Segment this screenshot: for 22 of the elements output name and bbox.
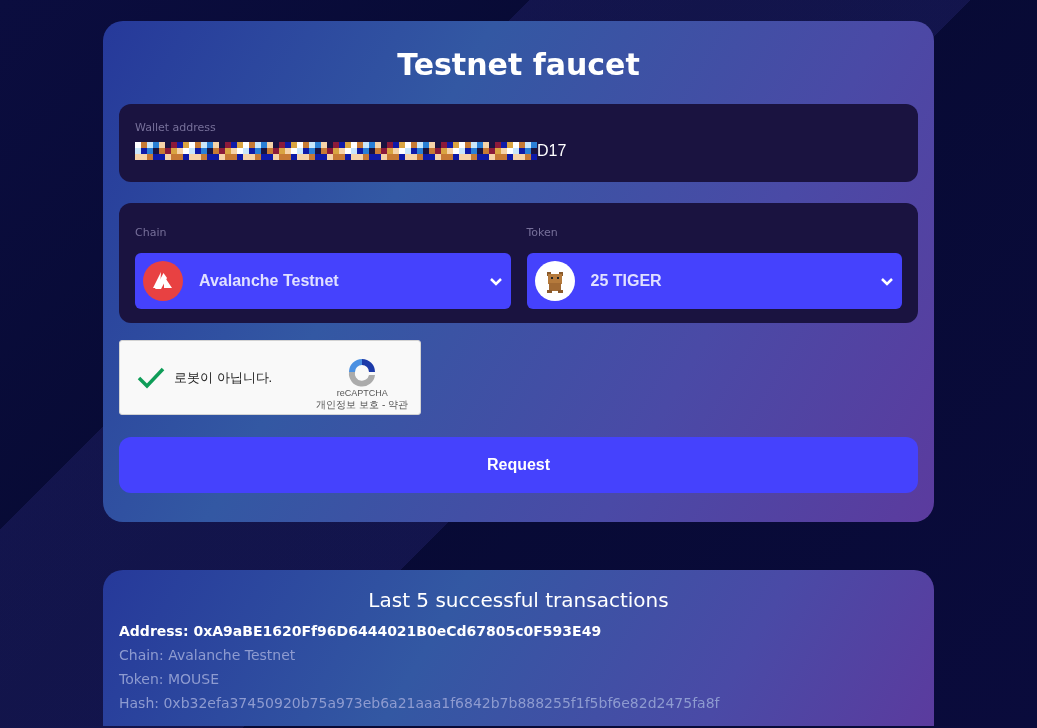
transaction-chain: Chain: Avalanche Testnet <box>119 646 297 665</box>
avalanche-logo-icon <box>143 261 183 301</box>
chevron-down-icon <box>488 276 503 286</box>
request-button[interactable]: Request <box>119 437 918 493</box>
address-value: D17 <box>537 142 567 160</box>
privacy-terms-link[interactable]: 개인정보 보호 - 약관 <box>316 398 408 412</box>
page-title: Testnet faucet <box>396 46 641 84</box>
transaction-hash: Hash: 0xb32efa37450920b75a973eb6a21aaa1f6842b7b888255f1f5bf6e82d2475fa8f <box>119 694 721 713</box>
transaction-token: Token: MOUSE <box>119 670 221 689</box>
field-label: Wallet address <box>135 121 217 135</box>
captcha-checkbox[interactable] <box>136 365 166 390</box>
recaptcha-brand: reCAPTCHA <box>336 388 388 398</box>
transaction-address: Address: 0xA9aBE1620Ff96D6444021B0eCd67805c0F593E49 <box>119 622 603 641</box>
chevron-down-icon <box>880 276 894 286</box>
token-select[interactable]: 25 TIGER <box>526 253 902 309</box>
bear-icon <box>534 261 575 301</box>
field-label: Token <box>526 226 559 240</box>
chain-select[interactable]: Avalanche Testnet <box>135 253 511 309</box>
captcha-label: 로봇이 아닙니다. <box>174 368 274 387</box>
section-title: Last 5 successful transactions <box>367 587 670 613</box>
wallet-address-field[interactable]: Wallet address D17 <box>119 104 918 182</box>
field-label: Chain <box>135 226 168 240</box>
